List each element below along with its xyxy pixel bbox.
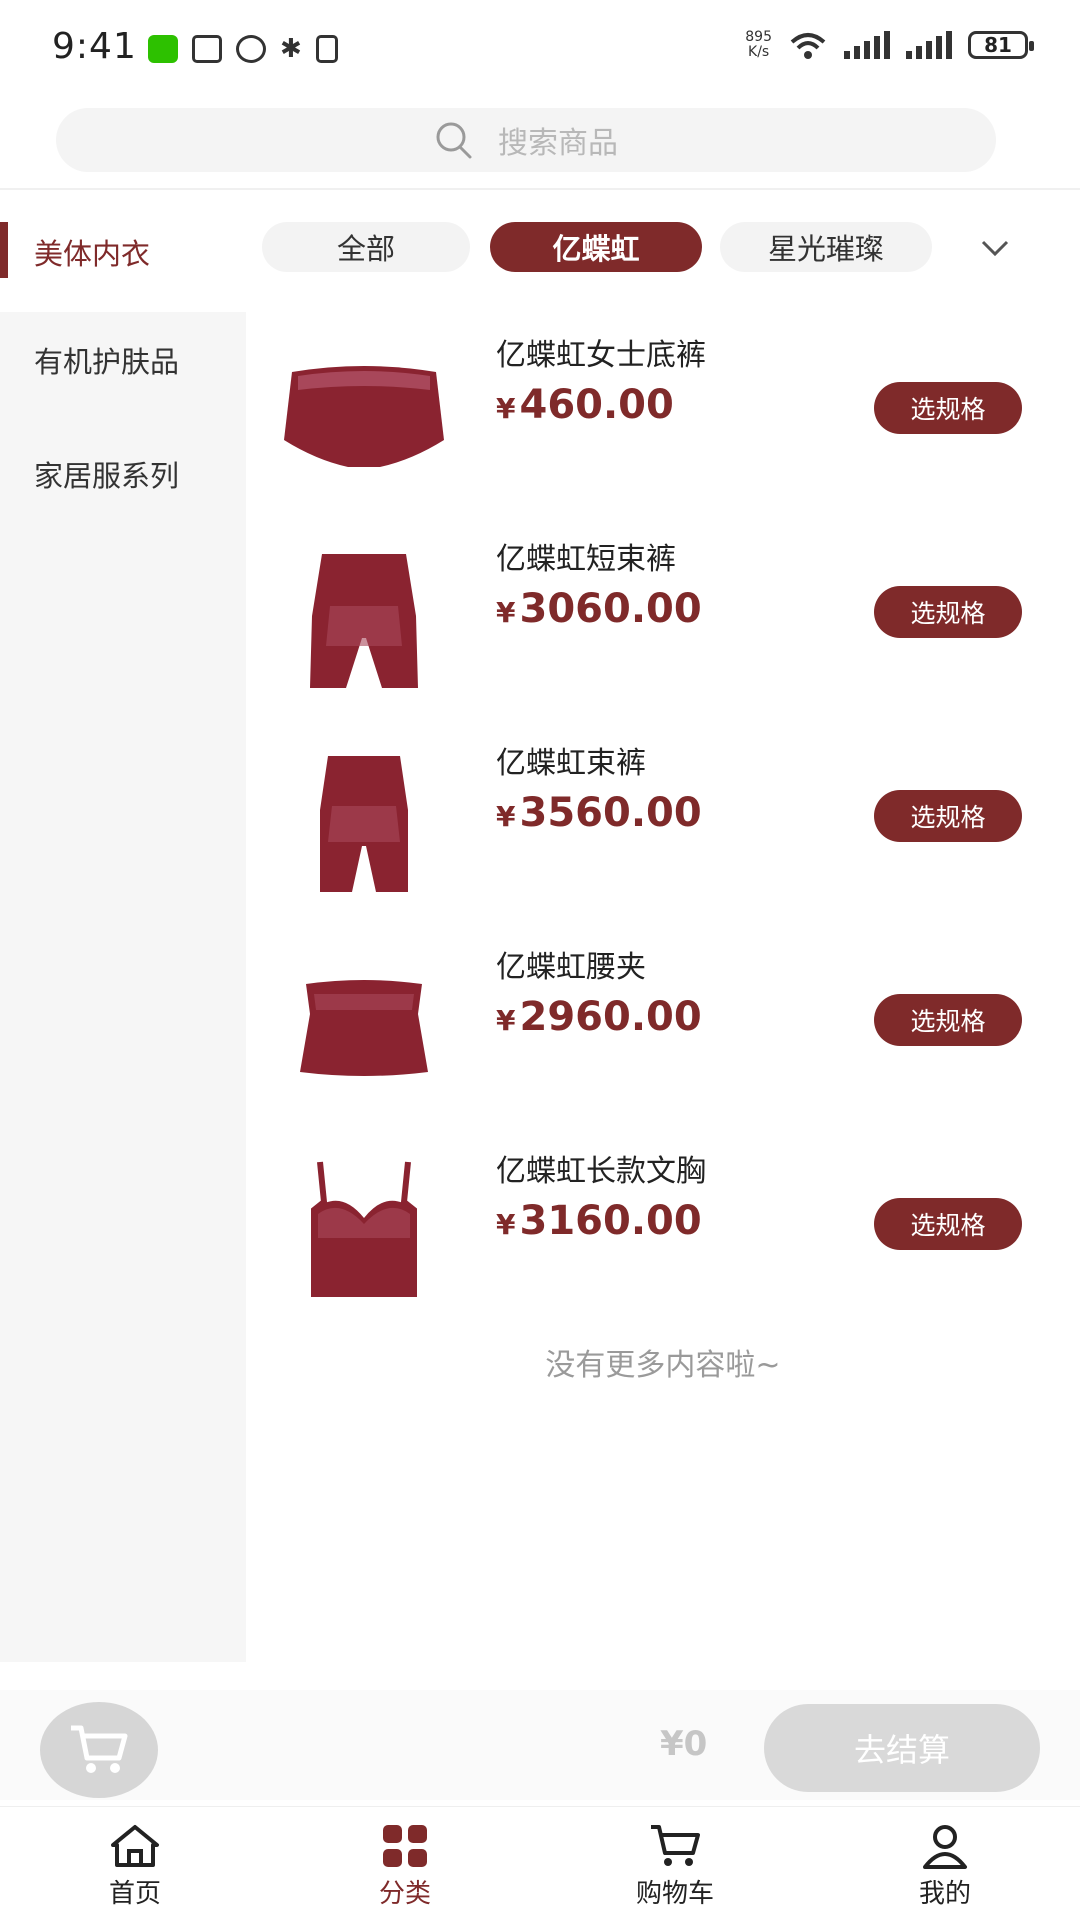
select-spec-button[interactable]: 选规格 (874, 1198, 1022, 1250)
checkout-button[interactable]: 去结算 (764, 1704, 1040, 1792)
shaping-pants-icon (320, 756, 408, 892)
home-icon (111, 1825, 159, 1867)
select-spec-button[interactable]: 选规格 (874, 790, 1022, 842)
product-price: ¥3560.00 (496, 790, 702, 836)
battery-icon: 81 (968, 31, 1034, 59)
wechat-notification-icon (148, 35, 178, 63)
product-price: ¥3160.00 (496, 1198, 702, 1244)
network-speed: 895 K/s (745, 29, 772, 60)
product-name: 亿蝶虹女士底裤 (496, 338, 706, 373)
longline-bra-icon (311, 1161, 417, 1297)
product-card[interactable]: 亿蝶虹束裤 ¥3560.00 选规格 (264, 730, 1044, 910)
sidebar-item-homewear[interactable]: 家居服系列 (0, 414, 246, 534)
product-card[interactable]: 亿蝶虹女士底裤 ¥460.00 选规格 (264, 322, 1044, 502)
cart-total: ¥0 (660, 1724, 708, 1764)
sidebar-item-body-lingerie[interactable]: 美体内衣 (0, 192, 246, 312)
sidebar-item-organic-skincare[interactable]: 有机护肤品 (0, 300, 246, 420)
cart-icon (651, 1825, 700, 1866)
chevron-down-icon[interactable] (975, 228, 1015, 268)
filter-chip-all[interactable]: 全部 (262, 222, 470, 272)
alarm-icon (236, 35, 266, 63)
wifi-icon (790, 33, 826, 59)
category-icon (383, 1825, 427, 1867)
briefs-icon (284, 366, 444, 467)
nfc-icon (192, 35, 222, 63)
filter-chip-xingguang[interactable]: 星光璀璨 (720, 222, 932, 272)
tab-profile[interactable]: 我的 (810, 1807, 1080, 1921)
signal-icon (906, 31, 952, 59)
product-price: ¥3060.00 (496, 586, 702, 632)
tab-cart[interactable]: 购物车 (540, 1807, 810, 1921)
search-icon (436, 122, 472, 159)
sidebar-item-label: 有机护肤品 (34, 345, 180, 379)
search-bar[interactable]: 搜索商品 (56, 108, 996, 172)
product-name: 亿蝶虹短束裤 (496, 542, 676, 577)
select-spec-button[interactable]: 选规格 (874, 994, 1022, 1046)
cart-icon (71, 1725, 128, 1773)
product-name: 亿蝶虹长款文胸 (496, 1154, 706, 1189)
divider (0, 188, 1080, 190)
bottom-navigation: 首页 分类 购物车 我的 (0, 1806, 1080, 1921)
no-more-content-text: 没有更多内容啦~ (545, 1348, 781, 1383)
vibrate-icon (315, 35, 338, 63)
cart-summary-bar: ¥0 去结算 (0, 1690, 1080, 1800)
category-sidebar: 美体内衣 有机护肤品 家居服系列 (0, 192, 246, 1662)
profile-icon (923, 1825, 967, 1869)
product-name: 亿蝶虹腰夹 (496, 950, 646, 985)
shaping-shorts-icon (310, 554, 418, 688)
product-card[interactable]: 亿蝶虹长款文胸 ¥3160.00 选规格 (264, 1138, 1044, 1318)
sidebar-item-label: 美体内衣 (34, 237, 151, 271)
sidebar-item-label: 家居服系列 (34, 459, 180, 493)
signal-icon (844, 31, 890, 59)
select-spec-button[interactable]: 选规格 (874, 382, 1022, 434)
bluetooth-icon: ✱ (280, 34, 302, 64)
search-placeholder: 搜索商品 (498, 126, 618, 161)
product-card[interactable]: 亿蝶虹短束裤 ¥3060.00 选规格 (264, 526, 1044, 706)
cart-button[interactable] (40, 1702, 158, 1798)
waist-cincher-icon (300, 980, 428, 1076)
tab-home[interactable]: 首页 (0, 1807, 270, 1921)
product-name: 亿蝶虹束裤 (496, 746, 646, 781)
filter-chip-yidiehong[interactable]: 亿蝶虹 (490, 222, 702, 272)
product-card[interactable]: 亿蝶虹腰夹 ¥2960.00 选规格 (264, 934, 1044, 1114)
product-price: ¥2960.00 (496, 994, 702, 1040)
status-time: 9:41 (52, 26, 137, 67)
product-price: ¥460.00 (496, 382, 674, 428)
select-spec-button[interactable]: 选规格 (874, 586, 1022, 638)
status-bar: 9:41 ✱ 895 K/s 81 (0, 0, 1080, 100)
tab-category[interactable]: 分类 (270, 1807, 540, 1921)
